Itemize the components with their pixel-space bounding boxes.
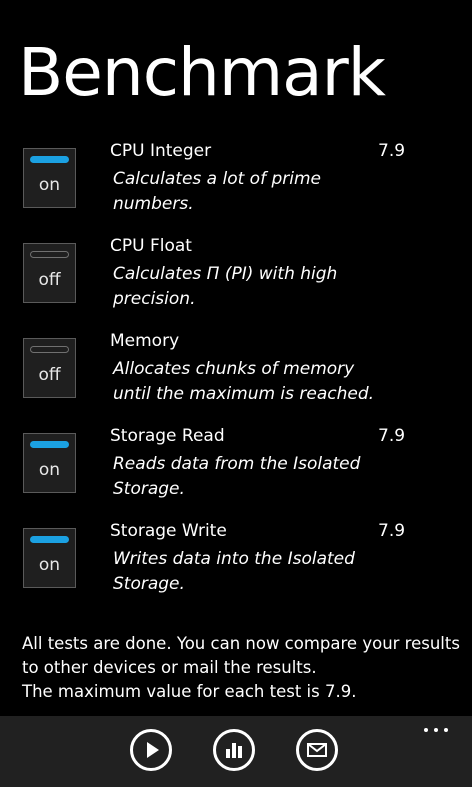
toggle-state-label: off bbox=[38, 270, 61, 290]
test-score: 7.9 bbox=[378, 426, 406, 446]
test-name: Storage Read bbox=[110, 426, 225, 446]
mail-button[interactable] bbox=[296, 729, 338, 771]
toggle-state-label: off bbox=[38, 365, 61, 385]
toggle-state-label: on bbox=[38, 460, 61, 480]
toggle-indicator bbox=[30, 346, 69, 353]
test-row-cpu-integer: on CPU Integer Calculates a lot of prime… bbox=[0, 140, 472, 235]
test-description: Allocates chunks of memory until the max… bbox=[113, 359, 375, 404]
test-row-memory: off Memory Allocates chunks of memory un… bbox=[0, 330, 472, 425]
summary-max-value: The maximum value for each test is 7.9. bbox=[22, 682, 357, 701]
toggle-state-label: on bbox=[38, 555, 61, 575]
test-description: Calculates Π (PI) with high precision. bbox=[113, 264, 338, 309]
test-list: on CPU Integer Calculates a lot of prime… bbox=[0, 140, 472, 615]
app-bar bbox=[0, 716, 472, 787]
test-name: Storage Write bbox=[110, 521, 227, 541]
test-description: Calculates a lot of prime numbers. bbox=[113, 169, 321, 214]
mail-icon bbox=[307, 743, 327, 757]
test-name: CPU Integer bbox=[110, 141, 212, 161]
page-title: Benchmark bbox=[18, 34, 386, 111]
toggle-storage-read[interactable]: on bbox=[23, 433, 76, 493]
toggle-indicator bbox=[30, 156, 69, 163]
toggle-memory[interactable]: off bbox=[23, 338, 76, 398]
run-button[interactable] bbox=[130, 729, 172, 771]
toggle-indicator bbox=[30, 536, 69, 543]
results-summary: All tests are done. You can now compare … bbox=[22, 632, 462, 704]
toggle-indicator bbox=[30, 441, 69, 448]
test-description: Reads data from the Isolated Storage. bbox=[113, 454, 361, 499]
test-name: Memory bbox=[110, 331, 180, 351]
test-row-storage-read: on Storage Read Reads data from the Isol… bbox=[0, 425, 472, 520]
test-score: 7.9 bbox=[378, 141, 406, 161]
test-row-storage-write: on Storage Write Writes data into the Is… bbox=[0, 520, 472, 615]
toggle-cpu-integer[interactable]: on bbox=[23, 148, 76, 208]
play-icon bbox=[147, 742, 159, 758]
toggle-storage-write[interactable]: on bbox=[23, 528, 76, 588]
test-name: CPU Float bbox=[110, 236, 192, 256]
toggle-cpu-float[interactable]: off bbox=[23, 243, 76, 303]
toggle-state-label: on bbox=[38, 175, 61, 195]
more-icon[interactable] bbox=[422, 726, 450, 734]
compare-button[interactable] bbox=[213, 729, 255, 771]
test-description: Writes data into the Isolated Storage. bbox=[113, 549, 355, 594]
toggle-indicator bbox=[30, 251, 69, 258]
test-score: 7.9 bbox=[378, 521, 406, 541]
bar-chart-icon bbox=[226, 743, 242, 758]
summary-message: All tests are done. You can now compare … bbox=[22, 634, 460, 677]
test-row-cpu-float: off CPU Float Calculates Π (PI) with hig… bbox=[0, 235, 472, 330]
